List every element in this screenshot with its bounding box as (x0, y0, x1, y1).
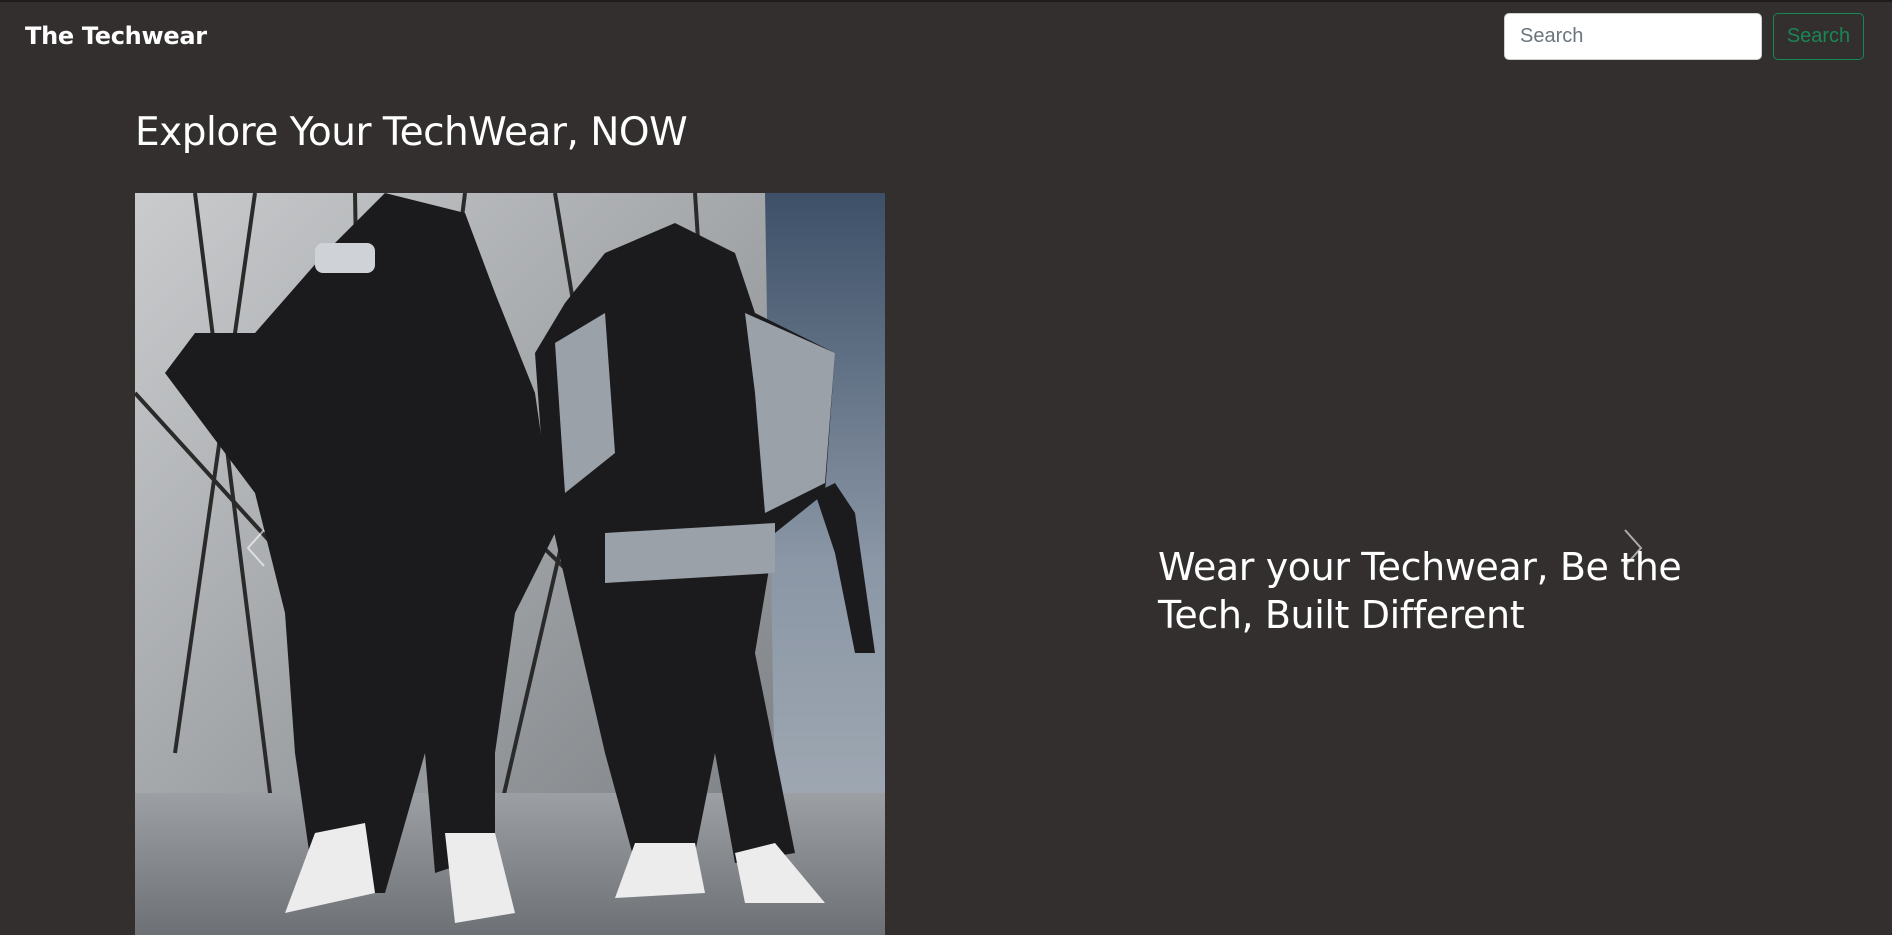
navbar: The Techwear Search (0, 0, 1892, 76)
carousel-next-button[interactable] (1613, 523, 1653, 573)
search-button[interactable]: Search (1773, 13, 1864, 60)
chevron-left-icon (246, 529, 265, 567)
carousel-prev-button[interactable] (236, 523, 276, 573)
search-input[interactable] (1504, 13, 1762, 60)
page-title: Explore Your TechWear, NOW (135, 110, 688, 155)
chevron-right-icon (1624, 529, 1643, 567)
carousel: Wear your Techwear, Be the Tech, Built D… (0, 193, 1892, 935)
brand-logo[interactable]: The Techwear (25, 22, 207, 50)
